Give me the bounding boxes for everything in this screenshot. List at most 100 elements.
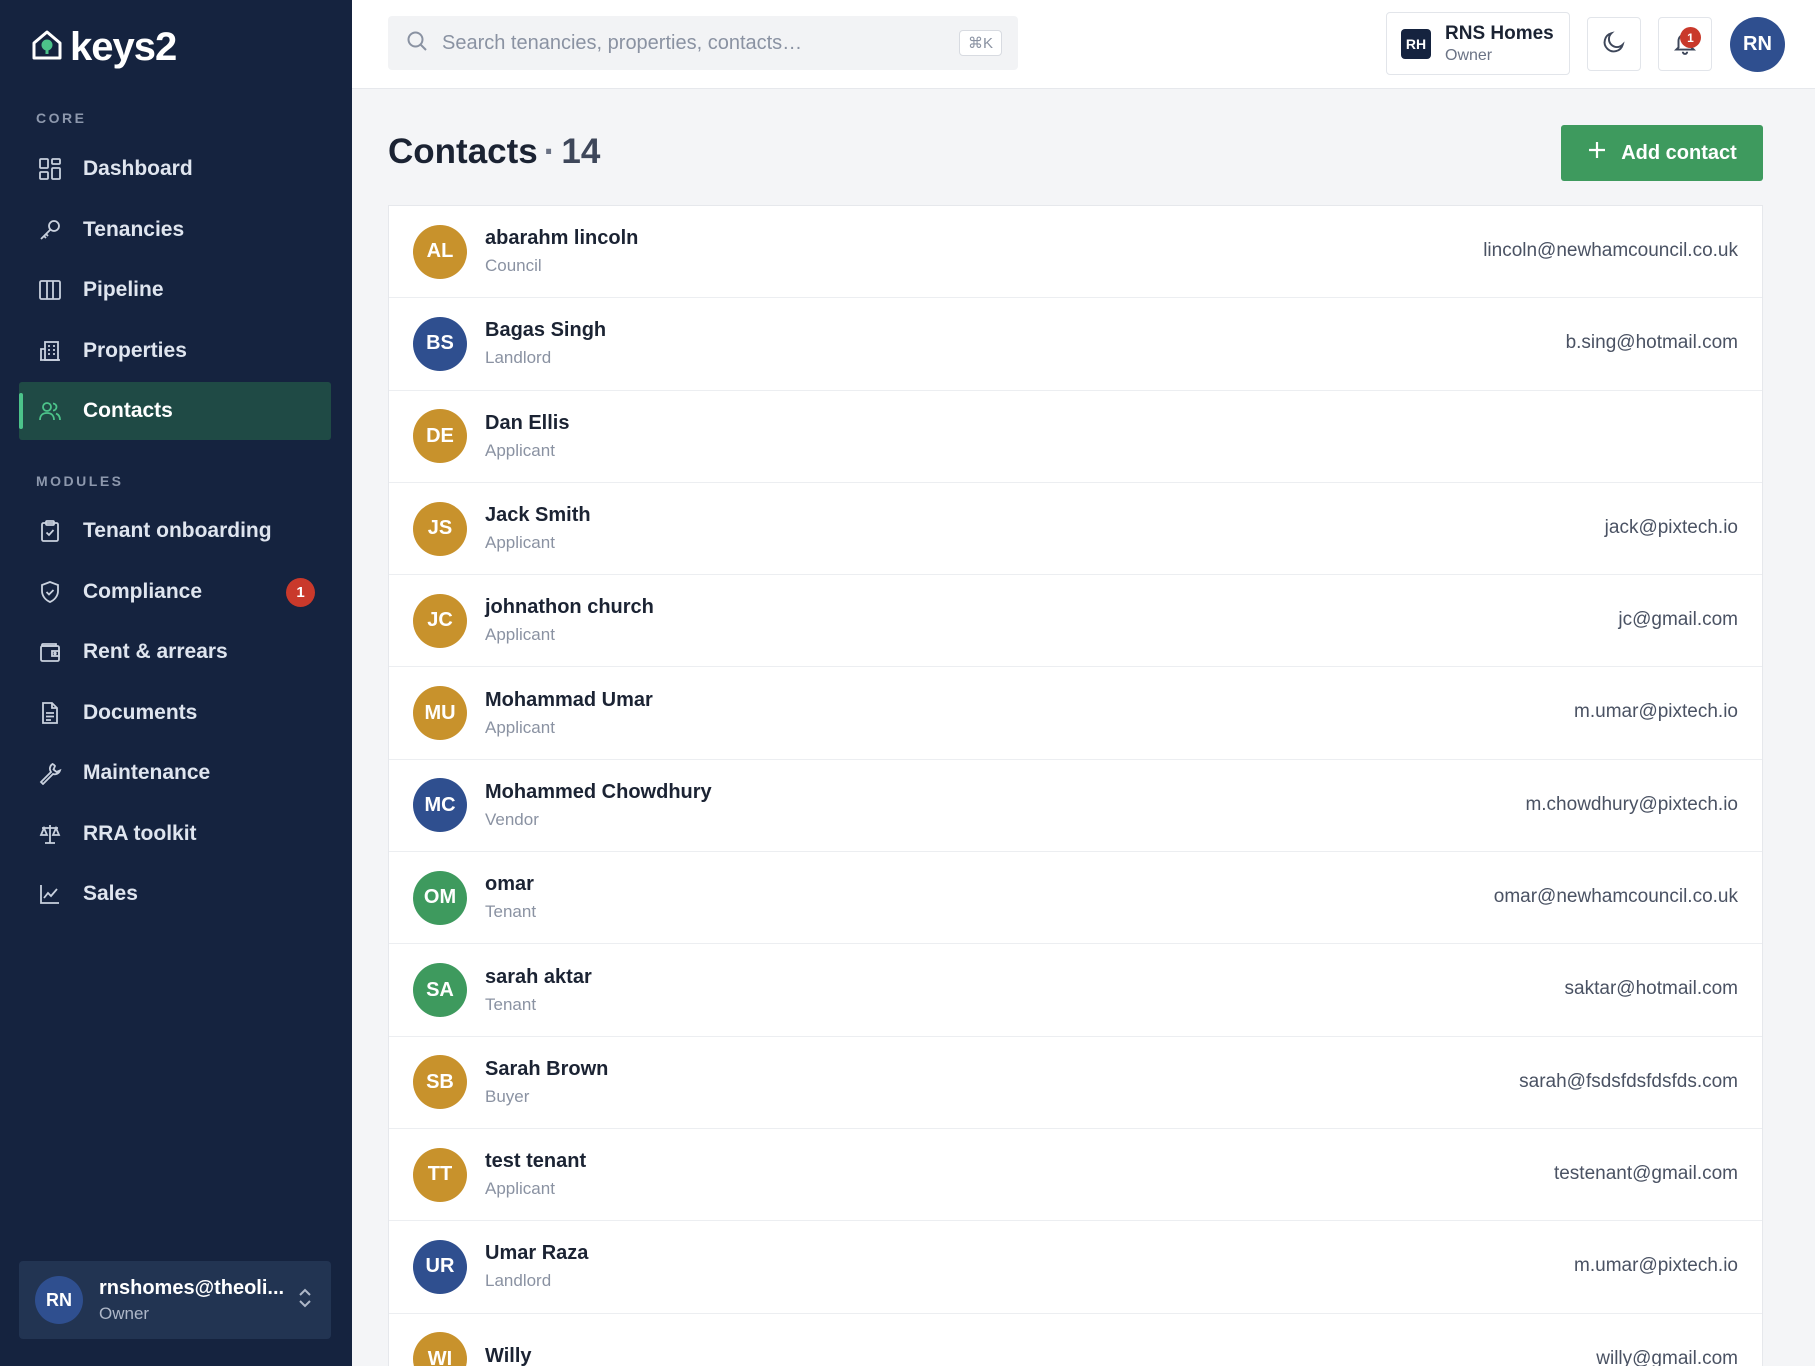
list-item[interactable]: JS Jack Smith Applicant jack@pixtech.io xyxy=(389,483,1762,576)
sidebar-item-label: Properties xyxy=(83,338,187,362)
sidebar-item-rent-arrears[interactable]: Rent & arrears xyxy=(19,623,331,681)
contact-name: omar xyxy=(485,873,534,896)
sidebar-item-dashboard[interactable]: Dashboard xyxy=(19,140,331,198)
contact-role: Applicant xyxy=(485,533,555,553)
sidebar-item-label: Sales xyxy=(83,882,138,905)
sidebar-item-label: Documents xyxy=(83,700,198,724)
document-icon xyxy=(37,700,63,726)
sidebar-item-label: Tenant onboarding xyxy=(83,519,272,542)
list-item[interactable]: OM omar Tenant omar@newhamcouncil.co.uk xyxy=(389,852,1762,945)
wrench-icon xyxy=(37,760,63,786)
avatar: JS xyxy=(413,501,467,556)
list-item[interactable]: JC johnathon church Applicant jc@gmail.com xyxy=(389,575,1762,668)
contact-role: Applicant xyxy=(485,625,555,645)
contact-email: b.sing@hotmail.com xyxy=(1565,332,1738,354)
topbar: ⌘K RH RNS Homes Owner 1 RN xyxy=(352,0,1815,89)
list-item[interactable]: AL abarahm lincoln Council lincoln@newhamco… xyxy=(389,206,1762,299)
search-input[interactable] xyxy=(442,31,942,55)
contacts-list: AL abarahm lincoln Council lincoln@newhamco… xyxy=(388,205,1763,1366)
avatar: MU xyxy=(413,686,467,741)
building-icon xyxy=(37,338,63,364)
sidebar-item-label: Pipeline xyxy=(83,278,164,301)
list-item[interactable]: TT test tenant Applicant testenant@gmail.co… xyxy=(389,1129,1762,1222)
account-switcher[interactable]: RN rnshomes@theoli... Owner xyxy=(19,1261,331,1339)
add-contact-label: Add contact xyxy=(1621,141,1737,164)
scales-icon xyxy=(37,821,63,847)
contact-role: Vendor xyxy=(485,809,539,829)
contact-name: Bagas Singh xyxy=(485,319,607,342)
theme-toggle-button[interactable] xyxy=(1587,17,1641,71)
chart-line-icon xyxy=(37,881,63,907)
plus-icon xyxy=(1587,140,1607,166)
compliance-badge: 1 xyxy=(286,577,315,607)
sidebar-item-label: Contacts xyxy=(83,399,173,422)
contact-email: testenant@gmail.com xyxy=(1553,1162,1738,1184)
contact-name: johnathon church xyxy=(485,596,654,619)
sidebar-item-compliance[interactable]: Compliance 1 xyxy=(19,563,331,621)
contact-email: m.chowdhury@pixtech.io xyxy=(1525,793,1738,815)
contact-role: Landlord xyxy=(485,1271,552,1291)
org-switcher[interactable]: RH RNS Homes Owner xyxy=(1386,12,1570,75)
modules-nav: Tenant onboarding Compliance 1 Rent & ar… xyxy=(19,502,331,926)
list-item[interactable]: BS Bagas Singh Landlord b.sing@hotmail.com xyxy=(389,298,1762,391)
contact-role: Tenant xyxy=(485,994,537,1014)
contact-role: Applicant xyxy=(485,440,555,460)
title-separator: · xyxy=(543,132,556,171)
sidebar-item-pipeline[interactable]: Pipeline xyxy=(19,261,331,319)
list-item[interactable]: MU Mohammad Umar Applicant m.umar@pixtech.i… xyxy=(389,667,1762,760)
contact-email: jack@pixtech.io xyxy=(1604,516,1738,538)
sidebar-item-tenancies[interactable]: Tenancies xyxy=(19,201,331,259)
page-title: Contacts · 14 xyxy=(388,132,600,172)
avatar: DE xyxy=(413,409,467,464)
avatar: SB xyxy=(413,1055,467,1110)
org-avatar: RH xyxy=(1401,28,1431,59)
contact-email: m.umar@pixtech.io xyxy=(1574,701,1738,723)
page-title-text: Contacts xyxy=(388,132,538,171)
user-role: Owner xyxy=(99,1303,150,1323)
sidebar-item-sales[interactable]: Sales xyxy=(19,865,331,923)
notifications-button[interactable]: 1 xyxy=(1658,17,1712,71)
sidebar-item-label: Maintenance xyxy=(83,761,211,784)
profile-avatar[interactable]: RN xyxy=(1730,17,1785,72)
avatar: TT xyxy=(413,1147,467,1202)
users-icon xyxy=(37,398,63,424)
avatar: OM xyxy=(413,870,467,925)
avatar: SA xyxy=(413,963,467,1018)
sidebar-item-label: Rent & arrears xyxy=(83,640,228,663)
list-item[interactable]: SB Sarah Brown Buyer sarah@fsdsfdsfdsfds.co… xyxy=(389,1037,1762,1129)
contact-name: test tenant xyxy=(485,1150,587,1173)
key-icon xyxy=(37,217,63,243)
dashboard-icon xyxy=(37,156,63,182)
list-item[interactable]: UR Umar Raza Landlord m.umar@pixtech.io xyxy=(389,1221,1762,1314)
sidebar-item-properties[interactable]: Properties xyxy=(19,322,331,380)
avatar: UR xyxy=(413,1239,467,1294)
columns-icon xyxy=(37,277,63,303)
search-shortcut: ⌘K xyxy=(958,30,1002,56)
contact-email: saktar@hotmail.com xyxy=(1564,978,1738,1000)
avatar: WI xyxy=(413,1332,467,1366)
shield-icon xyxy=(37,579,63,605)
search-bar[interactable]: ⌘K xyxy=(388,16,1018,70)
notification-count-badge: 1 xyxy=(1680,27,1701,48)
contact-email: jc@gmail.com xyxy=(1618,609,1738,631)
brand-logo[interactable]: keys2 xyxy=(30,24,177,70)
clipboard-check-icon xyxy=(37,518,63,544)
list-item[interactable]: DE Dan Ellis Applicant xyxy=(389,391,1762,483)
list-item[interactable]: WI Willy willy@gmail.com xyxy=(389,1314,1762,1366)
contact-email: lincoln@newhamcouncil.co.uk xyxy=(1483,240,1738,261)
sidebar-item-documents[interactable]: Documents xyxy=(19,684,331,742)
sidebar-item-tenant-onboarding[interactable]: Tenant onboarding xyxy=(19,502,331,560)
contacts-count: 14 xyxy=(561,132,601,171)
sidebar-item-contacts[interactable]: Contacts xyxy=(19,382,331,440)
sidebar: keys2 CORE Dashboard Tenancies Pipeline xyxy=(0,0,352,1366)
list-item[interactable]: SA sarah aktar Tenant saktar@hotmail.com xyxy=(389,944,1762,1037)
add-contact-button[interactable]: Add contact xyxy=(1561,125,1763,181)
sidebar-item-maintenance[interactable]: Maintenance xyxy=(19,744,331,802)
sidebar-item-rra-toolkit[interactable]: RRA toolkit xyxy=(19,805,331,863)
contact-role: Buyer xyxy=(485,1086,530,1106)
list-item[interactable]: MC Mohammed Chowdhury Vendor m.chowdhury@pi… xyxy=(389,760,1762,853)
contact-role: Tenant xyxy=(485,902,537,922)
sidebar-item-label: Tenancies xyxy=(83,217,185,241)
org-role: Owner xyxy=(1445,46,1493,64)
contact-name: Jack Smith xyxy=(485,504,591,527)
